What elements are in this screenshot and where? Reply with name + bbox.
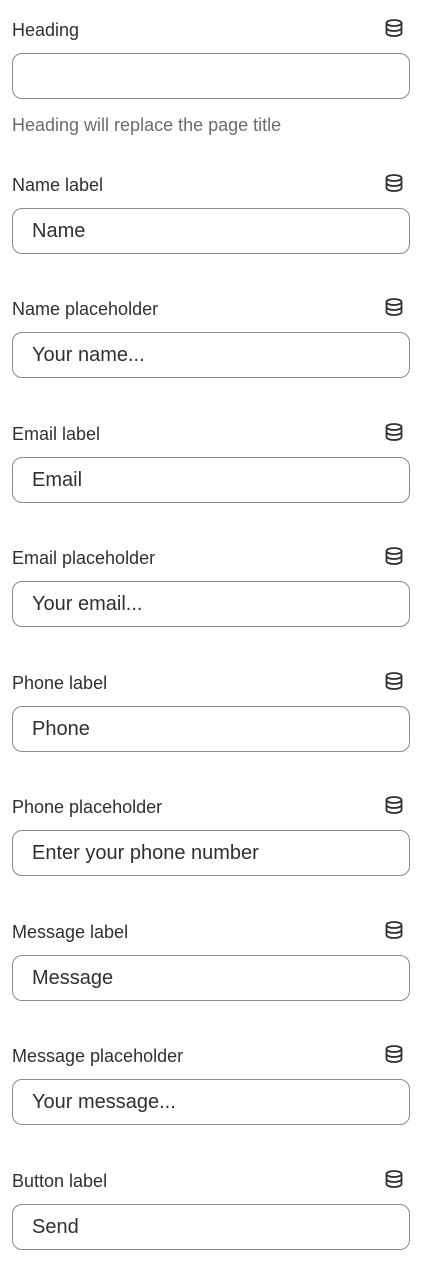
button-label-input[interactable] bbox=[12, 1204, 410, 1250]
field-label: Name placeholder bbox=[12, 299, 159, 319]
field-label: Name label bbox=[12, 175, 104, 195]
phone-label-input[interactable] bbox=[12, 706, 410, 752]
field-label: Heading bbox=[12, 20, 80, 40]
phone-placeholder-input[interactable] bbox=[12, 830, 410, 876]
field-label: Email placeholder bbox=[12, 548, 156, 568]
database-icon[interactable] bbox=[382, 171, 406, 195]
field-label-row: Email label bbox=[12, 420, 414, 444]
database-icon[interactable] bbox=[382, 1167, 406, 1191]
database-icon[interactable] bbox=[382, 793, 406, 817]
database-icon[interactable] bbox=[382, 669, 406, 693]
field-label-row: Email placeholder bbox=[12, 544, 414, 568]
field-label: Message label bbox=[12, 922, 129, 942]
message-placeholder-input[interactable] bbox=[12, 1079, 410, 1125]
database-icon[interactable] bbox=[382, 544, 406, 568]
name-placeholder-input[interactable] bbox=[12, 332, 410, 378]
field-label: Phone placeholder bbox=[12, 797, 163, 817]
field-label: Button label bbox=[12, 1171, 108, 1191]
field-label: Phone label bbox=[12, 673, 108, 693]
field-label: Email label bbox=[12, 424, 101, 444]
field-label-row: Message label bbox=[12, 918, 414, 942]
field-label-row: Phone label bbox=[12, 669, 414, 693]
database-icon[interactable] bbox=[382, 295, 406, 319]
email-placeholder-input[interactable] bbox=[12, 581, 410, 627]
email-label-input[interactable] bbox=[12, 457, 410, 503]
message-label-input[interactable] bbox=[12, 955, 410, 1001]
database-icon[interactable] bbox=[382, 16, 406, 40]
heading-input[interactable] bbox=[12, 53, 410, 99]
field-label-row: Name label bbox=[12, 171, 414, 195]
field-label-row: Heading bbox=[12, 16, 414, 40]
field-label-row: Message placeholder bbox=[12, 1042, 414, 1066]
database-icon[interactable] bbox=[382, 918, 406, 942]
database-icon[interactable] bbox=[382, 1042, 406, 1066]
heading-help-text: Heading will replace the page title bbox=[12, 115, 282, 135]
name-label-input[interactable] bbox=[12, 208, 410, 254]
contact-form-settings: Heading Heading will replace the page ti… bbox=[0, 0, 426, 1266]
field-label-row: Name placeholder bbox=[12, 295, 414, 319]
field-label-row: Button label bbox=[12, 1167, 414, 1191]
database-icon[interactable] bbox=[382, 420, 406, 444]
field-label: Message placeholder bbox=[12, 1046, 184, 1066]
field-label-row: Phone placeholder bbox=[12, 793, 414, 817]
